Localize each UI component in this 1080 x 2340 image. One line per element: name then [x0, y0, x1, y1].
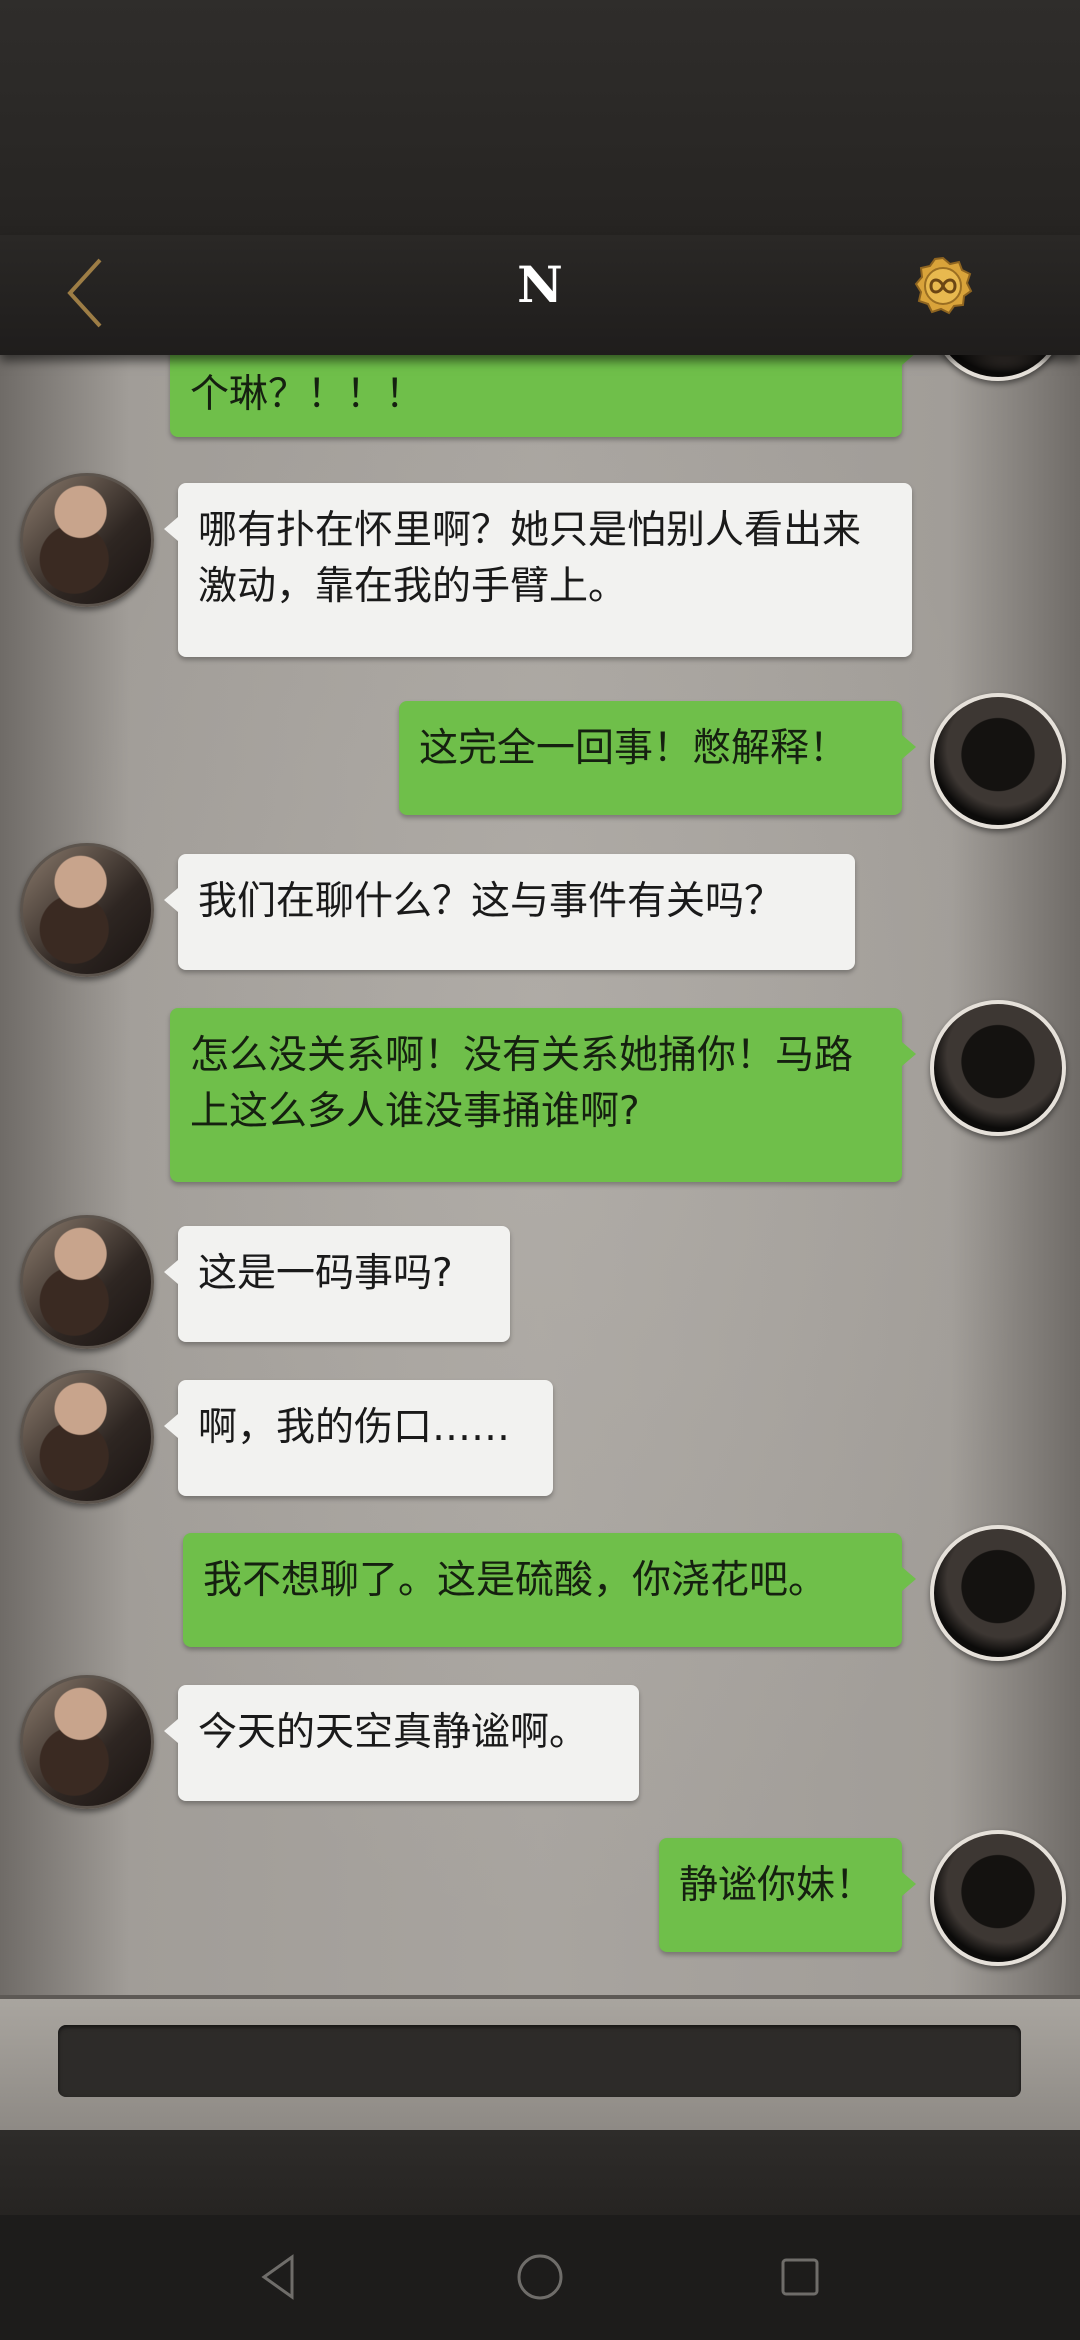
message-bubble: 这是一码事吗? — [164, 1226, 510, 1342]
input-bar — [0, 1995, 1080, 2134]
contact-avatar[interactable] — [20, 843, 154, 977]
nav-back-button[interactable] — [250, 2247, 310, 2307]
gold-infinity-coin-icon — [914, 256, 973, 315]
my-avatar[interactable] — [930, 1000, 1066, 1136]
nav-recents-button[interactable] — [770, 2247, 830, 2307]
coin-button[interactable] — [913, 256, 973, 316]
nav-home-button[interactable] — [510, 2247, 570, 2307]
message-bubble: 我不想聊了。这是硫酸，你浇花吧。 — [183, 1533, 916, 1647]
recents-square-icon — [781, 2258, 819, 2296]
contact-avatar[interactable] — [20, 1370, 154, 1504]
my-avatar[interactable] — [930, 693, 1066, 829]
back-triangle-icon — [261, 2254, 294, 2300]
message-input[interactable] — [58, 2025, 1021, 2097]
message-bubble: 静谧你妹！ — [659, 1838, 916, 1952]
message-bubble: 哪有扑在怀里啊？她只是怕别人看出来激动，靠在我的手臂上。 — [164, 483, 912, 657]
message-bubble: 我们在聊什么？这与事件有关吗？ — [164, 854, 855, 970]
my-avatar[interactable] — [930, 355, 1066, 381]
status-bar-area — [0, 0, 1080, 235]
message-bubble: 怎么没关系啊！没有关系她捅你！马路上这么多人谁没事捅谁啊? — [170, 1008, 916, 1182]
chat-header: N — [0, 235, 1080, 355]
contact-avatar[interactable] — [20, 473, 154, 607]
contact-avatar[interactable] — [20, 1215, 154, 1349]
my-avatar[interactable] — [930, 1830, 1066, 1966]
chat-message-list[interactable]: 个琳？！！！ 哪有扑在怀里啊？她只是怕别人看出来激动，靠在我的手臂上。 这完全一… — [0, 355, 1080, 1995]
my-avatar[interactable] — [930, 1525, 1066, 1661]
message-bubble: 个琳？！！！ — [170, 355, 916, 437]
message-bubble: 这完全一回事！憋解释！ — [399, 701, 916, 815]
message-bubble: 今天的天空真静谧啊。 — [164, 1685, 639, 1801]
system-nav-bar — [0, 2215, 1080, 2340]
home-circle-icon — [517, 2254, 563, 2300]
contact-avatar[interactable] — [20, 1675, 154, 1809]
message-bubble: 啊，我的伤口…… — [164, 1380, 553, 1496]
bottom-panel — [0, 2130, 1080, 2215]
